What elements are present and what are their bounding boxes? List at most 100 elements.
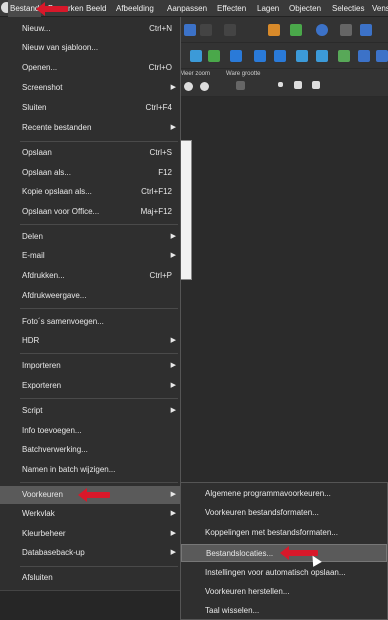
actual-size-label: Ware grootte	[226, 71, 261, 77]
menu-item-label: Afdrukken...	[22, 271, 65, 280]
menu-item-label: Kleurbeheer	[22, 529, 66, 538]
submenu-item-bestandslocaties[interactable]: Bestandslocaties...	[181, 544, 387, 567]
menu-item-screenshot[interactable]: Screenshot ▶	[0, 79, 180, 97]
menu-item-e-mail[interactable]: E-mail ▶	[0, 247, 180, 265]
status-strip	[0, 590, 180, 620]
menu-item-afdrukweergave[interactable]: Afdrukweergave...	[0, 287, 180, 305]
dice-small-icon[interactable]	[294, 81, 302, 89]
menu-lagen-label: Lagen	[257, 4, 280, 13]
menu-item-sluiten[interactable]: Sluiten Ctrl+F4	[0, 99, 180, 117]
menu-item-opslaan-als[interactable]: Opslaan als... F12	[0, 164, 180, 182]
submenu-arrow-icon: ▶	[170, 549, 176, 556]
menu-item-namen-in-batch-wijzigen[interactable]: Namen in batch wijzigen...	[0, 461, 180, 479]
dice-icon[interactable]	[360, 24, 372, 36]
menu-item-label: Exporteren	[22, 381, 62, 390]
menu-item-opslaan-voor-office[interactable]: Opslaan voor Office... Maj+F12	[0, 203, 180, 221]
menu-item-exporteren[interactable]: Exporteren ▶	[0, 377, 180, 395]
menu-item-shortcut: Maj+F12	[140, 207, 172, 216]
layers-icon[interactable]	[376, 50, 388, 62]
menu-separator	[20, 482, 178, 483]
submenu-item-algemene-programmavoorkeuren[interactable]: Algemene programmavoorkeuren...	[181, 485, 387, 503]
undo-icon[interactable]	[200, 24, 212, 36]
menu-item-label: Opslaan als...	[22, 168, 71, 177]
red-arrow-pointer-icon	[78, 488, 110, 502]
menu-item-info-toevoegen[interactable]: Info toevoegen...	[0, 422, 180, 440]
image-canvas[interactable]	[180, 140, 192, 280]
redo-icon[interactable]	[224, 24, 236, 36]
small-square-icon[interactable]	[278, 82, 283, 87]
menu-objecten-label: Objecten	[289, 4, 322, 13]
menu-item-delen[interactable]: Delen ▶	[0, 228, 180, 246]
menu-beeld[interactable]: Beeld	[86, 4, 106, 13]
menu-effecten[interactable]: Effecten	[217, 4, 246, 13]
menu-afbeelding[interactable]: Afbeelding	[116, 4, 154, 13]
menu-item-voorkeuren[interactable]: Voorkeuren ▶	[0, 486, 180, 504]
submenu-item-voorkeuren-herstellen[interactable]: Voorkeuren herstellen...	[181, 583, 387, 601]
submenu-item-label: Voorkeuren herstellen...	[205, 587, 290, 596]
menu-item-importeren[interactable]: Importeren ▶	[0, 357, 180, 375]
menu-objecten[interactable]: Objecten	[289, 4, 321, 13]
menu-item-label: Databaseback-up	[22, 548, 85, 557]
menu-item-afsluiten[interactable]: Afsluiten	[0, 569, 180, 587]
menu-item-kleurbeheer[interactable]: Kleurbeheer ▶	[0, 525, 180, 543]
redo-history-icon[interactable]	[184, 24, 196, 36]
menu-item-databaseback-up[interactable]: Databaseback-up ▶	[0, 544, 180, 562]
preferences-submenu: Algemene programmavoorkeuren... Voorkeur…	[180, 482, 388, 620]
menu-item-afdrukken[interactable]: Afdrukken... Ctrl+P	[0, 267, 180, 285]
menu-separator	[20, 308, 178, 309]
film-icon[interactable]	[358, 50, 370, 62]
grid-small-icon[interactable]	[312, 81, 320, 89]
menu-item-nieuw-van-sjabloon[interactable]: Nieuw van sjabloon...	[0, 39, 180, 57]
menu-item-label: Delen	[22, 232, 43, 241]
crop-icon[interactable]	[208, 50, 220, 62]
menu-vensters[interactable]: Vens	[372, 4, 388, 13]
menu-lagen[interactable]: Lagen	[257, 4, 279, 13]
menu-separator	[20, 353, 178, 354]
menu-item-label: Script	[22, 406, 43, 415]
frame-icon[interactable]	[254, 50, 266, 62]
submenu-item-koppelingen-bestandsformaten[interactable]: Koppelingen met bestandsformaten...	[181, 524, 387, 542]
menu-bestand-label: Bestand	[10, 4, 40, 13]
menu-item-openen[interactable]: Openen... Ctrl+O	[0, 59, 180, 77]
layer-icon[interactable]	[274, 50, 286, 62]
menu-bar: Bestand Bewerken Beeld Afbeelding Aanpas…	[0, 0, 388, 17]
actual-size-icon[interactable]	[236, 81, 245, 90]
zoom-in-icon[interactable]	[200, 82, 209, 91]
menu-item-werkvlak[interactable]: Werkvlak ▶	[0, 505, 180, 523]
info-icon[interactable]	[316, 24, 328, 36]
menu-item-label: Voorkeuren	[22, 490, 63, 499]
menu-item-fotos-samenvoegen[interactable]: Foto´s samenvoegen...	[0, 313, 180, 331]
menu-selecties[interactable]: Selecties	[332, 4, 364, 13]
menu-item-hdr[interactable]: HDR ▶	[0, 332, 180, 350]
menu-item-shortcut: Ctrl+P	[149, 271, 172, 280]
menu-item-label: Importeren	[22, 361, 61, 370]
submenu-item-voorkeuren-bestandsformaten[interactable]: Voorkeuren bestandsformaten...	[181, 504, 387, 522]
submenu-item-automatisch-opslaan[interactable]: Instellingen voor automatisch opslaan...	[181, 564, 387, 582]
menu-item-script[interactable]: Script ▶	[0, 402, 180, 420]
rotate-right-icon[interactable]	[290, 24, 302, 36]
submenu-item-label: Algemene programmavoorkeuren...	[205, 489, 331, 498]
box-icon[interactable]	[316, 50, 328, 62]
grid-icon[interactable]	[340, 24, 352, 36]
zoom-out-icon[interactable]	[184, 82, 193, 91]
submenu-arrow-icon: ▶	[170, 252, 176, 259]
rotate-left-icon[interactable]	[268, 24, 280, 36]
submenu-item-label: Bestandslocaties...	[206, 549, 274, 558]
submenu-arrow-icon: ▶	[170, 530, 176, 537]
menu-item-batchverwerking[interactable]: Batchverwerking...	[0, 441, 180, 459]
menu-item-label: Nieuw...	[22, 24, 51, 33]
menu-vensters-label: Vens	[372, 4, 388, 13]
menu-item-nieuw[interactable]: Nieuw... Ctrl+N	[0, 20, 180, 38]
menu-aanpassen[interactable]: Aanpassen	[167, 4, 207, 13]
menu-item-recente-bestanden[interactable]: Recente bestanden ▶	[0, 119, 180, 137]
fit-window-icon[interactable]	[190, 50, 202, 62]
square-icon[interactable]	[230, 50, 242, 62]
menu-item-opslaan[interactable]: Opslaan Ctrl+S	[0, 144, 180, 162]
menu-separator	[20, 141, 178, 142]
menu-aanpassen-label: Aanpassen	[167, 4, 208, 13]
picture-icon[interactable]	[338, 50, 350, 62]
cube-icon[interactable]	[296, 50, 308, 62]
submenu-item-taal-wisselen[interactable]: Taal wisselen...	[181, 602, 387, 620]
menu-item-kopie-opslaan-als[interactable]: Kopie opslaan als... Ctrl+F12	[0, 183, 180, 201]
menu-item-shortcut: Ctrl+O	[148, 63, 172, 72]
